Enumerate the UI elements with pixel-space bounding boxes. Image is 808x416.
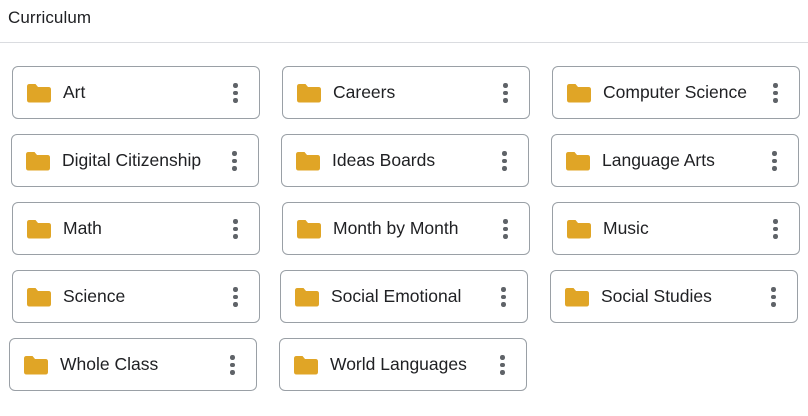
more-options-icon[interactable] <box>488 351 516 379</box>
more-options-icon[interactable] <box>491 79 519 107</box>
folder-icon <box>297 84 321 103</box>
more-options-icon[interactable] <box>221 283 249 311</box>
folder-icon <box>567 220 591 239</box>
folder-icon <box>294 356 318 375</box>
more-options-icon[interactable] <box>221 79 249 107</box>
folder-card-music[interactable]: Music <box>552 202 800 255</box>
more-options-icon[interactable] <box>220 147 248 175</box>
folder-card-social-emotional[interactable]: Social Emotional <box>280 270 528 323</box>
folder-icon <box>567 84 591 103</box>
more-options-icon[interactable] <box>489 283 517 311</box>
folder-icon <box>27 220 51 239</box>
folder-label: Social Studies <box>601 286 712 306</box>
folder-card-science[interactable]: Science <box>12 270 260 323</box>
folder-label: Art <box>63 82 86 102</box>
more-options-icon[interactable] <box>761 215 789 243</box>
more-options-icon[interactable] <box>218 351 246 379</box>
folder-icon <box>27 84 51 103</box>
folder-icon <box>27 288 51 307</box>
folder-label: Language Arts <box>602 150 715 170</box>
more-options-icon[interactable] <box>760 147 788 175</box>
more-options-icon[interactable] <box>759 283 787 311</box>
more-options-icon[interactable] <box>491 215 519 243</box>
folder-label: Music <box>603 218 649 238</box>
folder-card-month-by-month[interactable]: Month by Month <box>282 202 530 255</box>
folder-icon <box>26 152 50 171</box>
folder-icon <box>297 220 321 239</box>
folder-card-world-languages[interactable]: World Languages <box>279 338 527 391</box>
folder-label: Careers <box>333 82 396 102</box>
more-options-icon[interactable] <box>490 147 518 175</box>
folder-icon <box>566 152 590 171</box>
folder-card-math[interactable]: Math <box>12 202 260 255</box>
folder-label: Ideas Boards <box>332 150 436 170</box>
folder-label: Social Emotional <box>331 286 462 306</box>
folder-label: Science <box>63 286 126 306</box>
folder-icon <box>565 288 589 307</box>
folder-icon <box>24 356 48 375</box>
folder-card-computer-science[interactable]: Computer Science <box>552 66 800 119</box>
folder-card-social-studies[interactable]: Social Studies <box>550 270 798 323</box>
folder-card-language-arts[interactable]: Language Arts <box>551 134 799 187</box>
more-options-icon[interactable] <box>761 79 789 107</box>
folder-icon <box>296 152 320 171</box>
folder-label: Computer Science <box>603 82 747 102</box>
folder-card-art[interactable]: Art <box>12 66 260 119</box>
folder-label: Month by Month <box>333 218 459 238</box>
folder-icon <box>295 288 319 307</box>
folder-grid: Art Careers Computer Science Digital Cit… <box>0 0 808 416</box>
more-options-icon[interactable] <box>221 215 249 243</box>
folder-label: Digital Citizenship <box>62 150 202 170</box>
folder-card-careers[interactable]: Careers <box>282 66 530 119</box>
folder-label: Math <box>63 218 102 238</box>
folder-card-digital-citizenship[interactable]: Digital Citizenship <box>11 134 259 187</box>
folder-card-whole-class[interactable]: Whole Class <box>9 338 257 391</box>
folder-label: World Languages <box>330 354 467 374</box>
folder-label: Whole Class <box>60 354 159 374</box>
folder-card-ideas-boards[interactable]: Ideas Boards <box>281 134 529 187</box>
